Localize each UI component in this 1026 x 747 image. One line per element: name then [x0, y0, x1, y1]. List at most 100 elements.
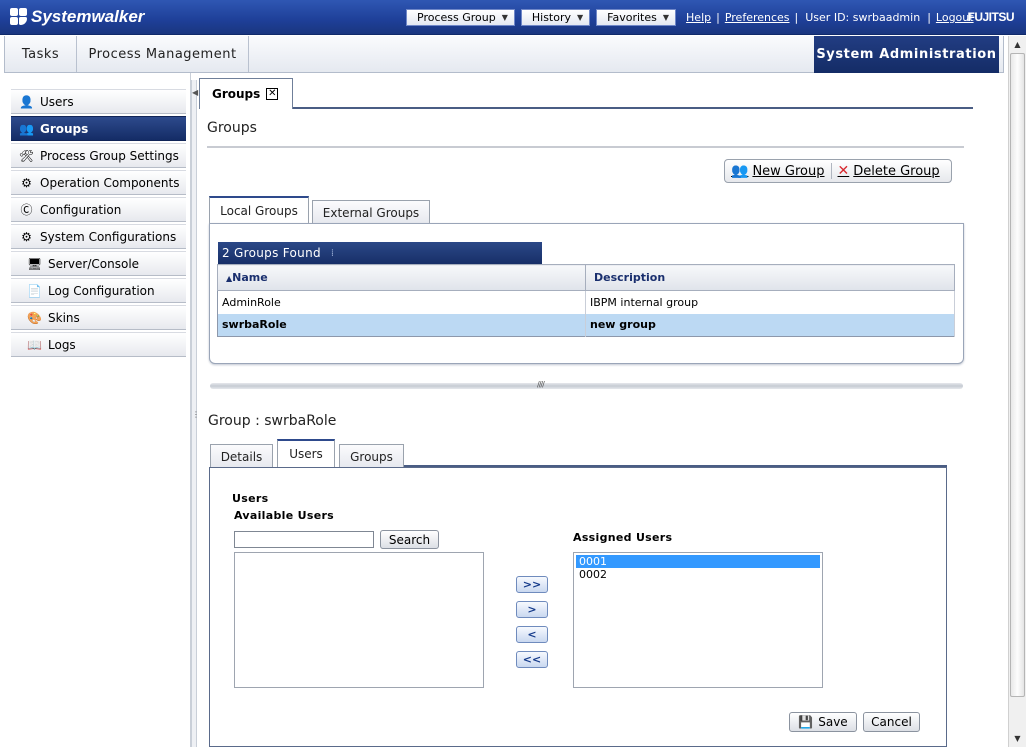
close-icon[interactable]: ✕: [266, 88, 279, 100]
collapse-arrow-icon[interactable]: ◀: [192, 88, 198, 97]
page-title: Groups: [207, 120, 257, 136]
sidebar-item-server-console[interactable]: 🖥 Server/Console: [11, 251, 186, 276]
delete-group-label: Delete Group: [853, 163, 940, 179]
groups-found-count: 2 Groups Found: [222, 246, 321, 260]
cancel-button[interactable]: Cancel: [863, 712, 920, 732]
user-id-label: User ID: swrbaadmin: [805, 11, 921, 24]
search-button[interactable]: Search: [380, 530, 439, 549]
fujitsu-logo: FUJITSU: [967, 10, 1014, 24]
table-row[interactable]: AdminRole IBPM internal group: [217, 290, 955, 314]
favorites-dropdown[interactable]: Favorites ▼: [596, 9, 677, 26]
tab-users[interactable]: Users: [277, 439, 335, 467]
skins-icon: 🎨: [27, 310, 42, 325]
logs-icon: 📖: [27, 337, 42, 352]
preferences-link[interactable]: Preferences: [725, 11, 790, 24]
add-all-button[interactable]: >>: [516, 576, 548, 593]
new-group-button[interactable]: 👥 New Group: [725, 163, 831, 179]
cell-description: IBPM internal group: [585, 290, 955, 314]
vertical-scrollbar[interactable]: ▲ ▼: [1008, 36, 1026, 747]
sidebar-item-label: Server/Console: [48, 256, 140, 271]
config-icon: Ⓒ: [20, 203, 33, 217]
groups-found-header: 2 Groups Found ⁞: [218, 242, 542, 264]
save-disk-icon: 💾: [798, 715, 814, 729]
scroll-up-icon[interactable]: ▲: [1010, 36, 1025, 52]
sidebar-item-system-configurations[interactable]: ⚙ System Configurations: [11, 224, 186, 249]
cell-name: AdminRole: [217, 290, 586, 314]
assigned-users-label: Assigned Users: [573, 531, 673, 544]
sidebar-item-logs[interactable]: 📖 Logs: [11, 332, 186, 357]
main-tab-bar: Tasks Process Management System Administ…: [4, 36, 1004, 73]
remove-all-button[interactable]: <<: [516, 651, 548, 668]
chevron-down-icon: ▼: [501, 13, 508, 22]
tab-local-groups[interactable]: Local Groups: [209, 196, 309, 224]
table-row-selected[interactable]: swrbaRole new group: [217, 313, 955, 337]
log-config-icon: 📄: [27, 283, 42, 298]
list-item[interactable]: 0001: [576, 555, 820, 568]
nav-separator: |: [794, 11, 799, 24]
remove-selected-button[interactable]: <: [516, 626, 548, 643]
horizontal-splitter[interactable]: ////: [210, 380, 963, 389]
tab-process-management[interactable]: Process Management: [77, 36, 249, 72]
sidebar-item-configuration[interactable]: Ⓒ Configuration: [11, 197, 186, 222]
user-icon: 👤: [19, 94, 34, 109]
top-navigation: Process Group ▼ History ▼ Favorites ▼ Help …: [406, 9, 978, 26]
dropdown-label: Favorites: [607, 11, 657, 24]
splitter-grip-icon: ⋮: [192, 410, 200, 419]
available-users-list[interactable]: [234, 552, 484, 688]
scroll-down-icon[interactable]: ▼: [1010, 730, 1025, 746]
sidebar-item-log-configuration[interactable]: 📄 Log Configuration: [11, 278, 186, 303]
history-dropdown[interactable]: History ▼: [520, 9, 591, 26]
dropdown-label: Process Group: [417, 11, 496, 24]
divider: [207, 146, 964, 148]
list-item[interactable]: 0002: [576, 568, 820, 581]
sidebar-item-operation-components[interactable]: ⚙ Operation Components: [11, 170, 186, 195]
process-group-dropdown[interactable]: Process Group ▼: [406, 9, 515, 26]
tools-icon: 🛠: [18, 148, 35, 163]
tab-system-administration[interactable]: System Administration: [814, 36, 999, 73]
cell-name: swrbaRole: [217, 313, 586, 337]
tab-groups[interactable]: Groups: [339, 444, 404, 468]
add-selected-button[interactable]: >: [516, 601, 548, 618]
column-header-description[interactable]: Description: [585, 264, 955, 291]
brand-logo: Systemwalker: [10, 7, 144, 27]
delete-x-icon: ✕: [837, 163, 850, 179]
assigned-users-list[interactable]: 0001 0002: [573, 552, 823, 688]
tab-details[interactable]: Details: [210, 444, 273, 468]
group-icon: 👥: [19, 121, 34, 136]
table-header-row: ▲Name Description: [217, 264, 955, 291]
brand-name: Systemwalker: [31, 7, 145, 26]
sidebar-item-groups[interactable]: 👥 Groups: [11, 116, 186, 141]
add-group-icon: 👥: [731, 163, 749, 179]
app-root: Systemwalker Process Group ▼ History ▼ Fav…: [0, 0, 1026, 747]
content-tab-groups[interactable]: Groups ✕: [199, 78, 293, 109]
chevron-down-icon: ▼: [577, 13, 584, 22]
tab-underline: [293, 107, 973, 109]
column-header-name[interactable]: ▲Name: [217, 264, 586, 291]
help-link[interactable]: Help: [686, 11, 711, 24]
top-bar: Systemwalker Process Group ▼ History ▼ Fav…: [0, 0, 1026, 35]
splitter-grip-icon: ////: [537, 380, 545, 389]
user-search-input[interactable]: [234, 531, 374, 548]
vertical-splitter[interactable]: ◀ ⋮: [191, 80, 200, 747]
group-detail-title: Group : swrbaRole: [208, 413, 337, 429]
content-tab-label: Groups: [212, 87, 261, 101]
tab-tasks[interactable]: Tasks: [5, 36, 77, 72]
save-label: Save: [818, 715, 848, 729]
sidebar-item-label: Process Group Settings: [40, 148, 179, 163]
dropdown-label: History: [531, 11, 572, 24]
systemwalker-logo-icon: [10, 8, 28, 26]
sidebar-item-process-group-settings[interactable]: 🛠 Process Group Settings: [11, 143, 186, 168]
tab-external-groups[interactable]: External Groups: [312, 200, 430, 224]
grip-icon: ⁞: [330, 247, 335, 259]
server-icon: 🖥: [26, 256, 43, 271]
sidebar-item-label: Users: [40, 94, 74, 109]
sidebar-item-skins[interactable]: 🎨 Skins: [11, 305, 186, 330]
groups-table: ▲Name Description AdminRole IBPM interna…: [217, 264, 955, 337]
chevron-down-icon: ▼: [662, 13, 670, 22]
group-action-bar: 👥 New Group ✕ Delete Group: [724, 159, 952, 183]
save-button[interactable]: 💾 Save: [789, 712, 857, 732]
sidebar-item-users[interactable]: 👤 Users: [11, 89, 186, 114]
scrollbar-thumb[interactable]: [1010, 53, 1025, 697]
delete-group-button[interactable]: ✕ Delete Group: [832, 163, 946, 179]
sidebar-item-label: Configuration: [40, 202, 122, 217]
